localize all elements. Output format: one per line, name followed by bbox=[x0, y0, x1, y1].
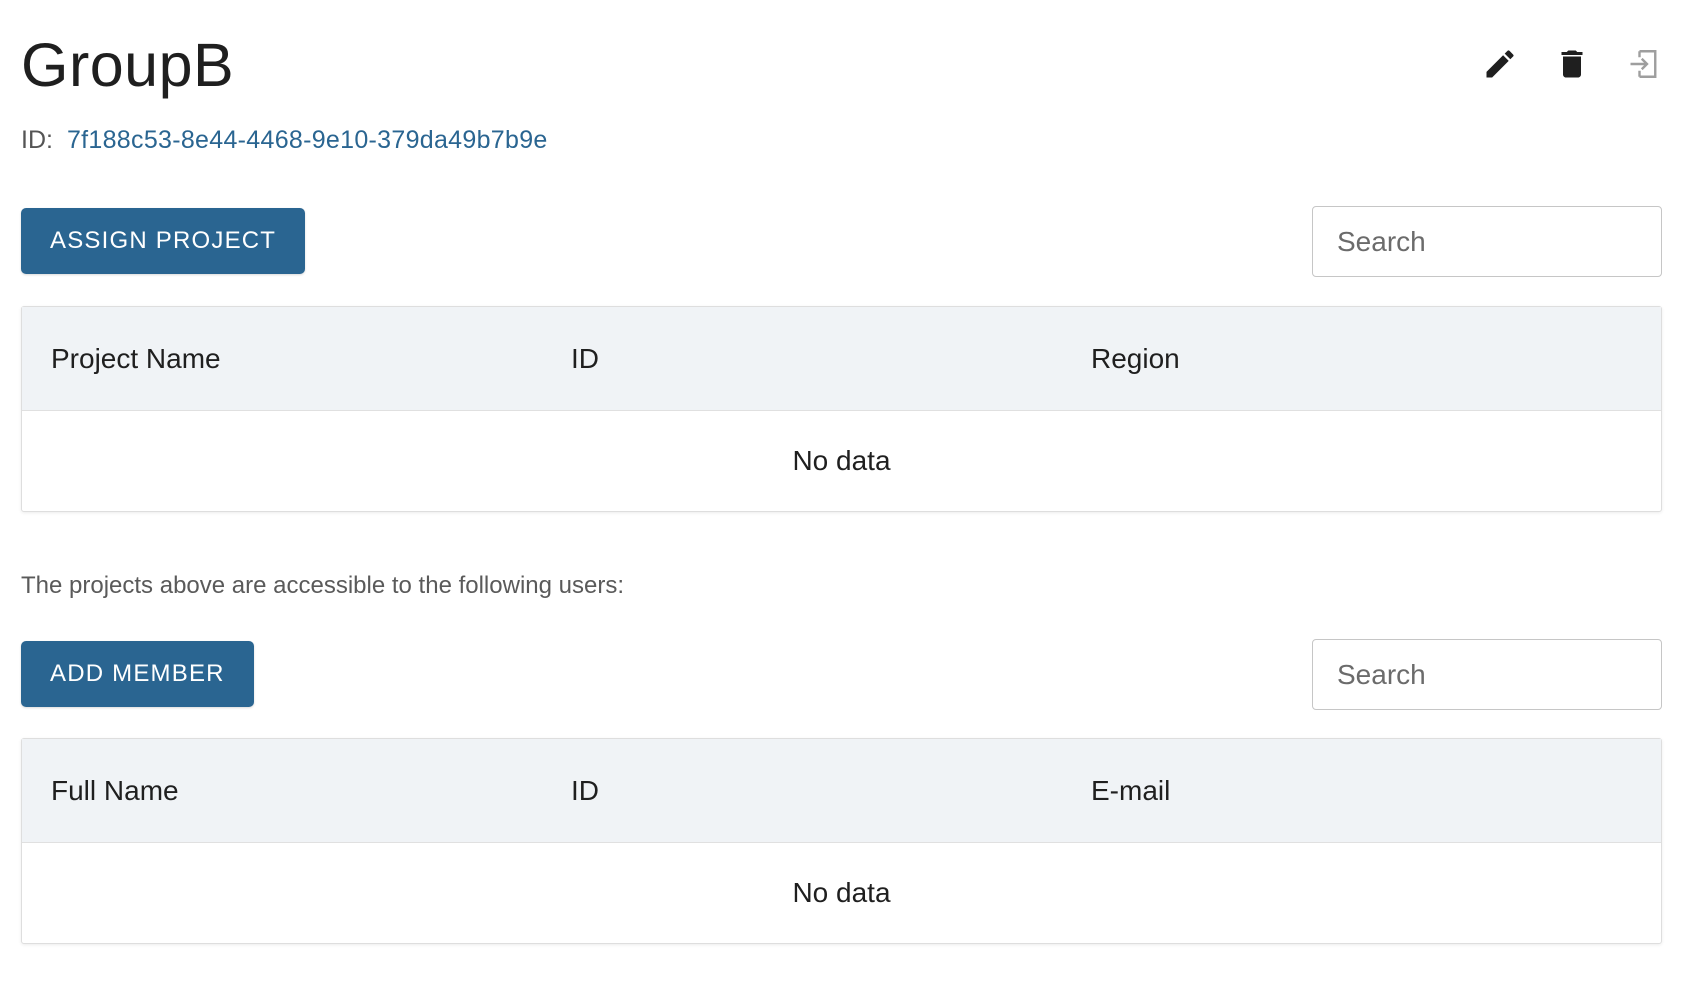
members-table: Full Name ID E-mail No data bbox=[21, 738, 1662, 944]
leave-group-button[interactable] bbox=[1626, 44, 1662, 84]
header-actions bbox=[1482, 44, 1662, 84]
column-header-email[interactable]: E-mail bbox=[1091, 739, 1170, 843]
page-title: GroupB bbox=[21, 31, 235, 99]
members-toolbar: ADD MEMBER bbox=[21, 639, 1662, 710]
group-details-page: GroupB ID: 7f188c53-8e44-4468-9e10-379da… bbox=[21, 0, 1662, 944]
column-header-project-name[interactable]: Project Name bbox=[51, 307, 221, 411]
leave-icon bbox=[1630, 50, 1657, 78]
page-header: GroupB ID: 7f188c53-8e44-4468-9e10-379da… bbox=[21, 0, 1662, 154]
column-header-id[interactable]: ID bbox=[571, 307, 599, 411]
group-id-label: ID: bbox=[21, 126, 53, 154]
assign-project-button[interactable]: ASSIGN PROJECT bbox=[21, 208, 306, 274]
edit-icon bbox=[1486, 50, 1514, 78]
projects-table-header: Project Name ID Region bbox=[22, 307, 1661, 411]
edit-button[interactable] bbox=[1482, 44, 1518, 84]
access-note: The projects above are accessible to the… bbox=[21, 572, 624, 599]
projects-table: Project Name ID Region No data bbox=[21, 306, 1662, 512]
add-member-button[interactable]: ADD MEMBER bbox=[21, 641, 254, 707]
delete-button[interactable] bbox=[1554, 44, 1590, 84]
column-header-member-id[interactable]: ID bbox=[571, 739, 599, 843]
members-table-header: Full Name ID E-mail bbox=[22, 739, 1661, 843]
delete-icon bbox=[1561, 50, 1583, 78]
group-id-row: ID: 7f188c53-8e44-4468-9e10-379da49b7b9e bbox=[21, 126, 548, 155]
group-id-value: 7f188c53-8e44-4468-9e10-379da49b7b9e bbox=[66, 126, 548, 154]
projects-search-input[interactable] bbox=[1312, 206, 1662, 277]
members-empty-state: No data bbox=[792, 877, 891, 908]
members-search-input[interactable] bbox=[1312, 639, 1662, 710]
column-header-full-name[interactable]: Full Name bbox=[51, 739, 179, 843]
column-header-region[interactable]: Region bbox=[1091, 307, 1180, 411]
projects-empty-state: No data bbox=[792, 445, 891, 476]
projects-toolbar: ASSIGN PROJECT bbox=[21, 206, 1662, 277]
